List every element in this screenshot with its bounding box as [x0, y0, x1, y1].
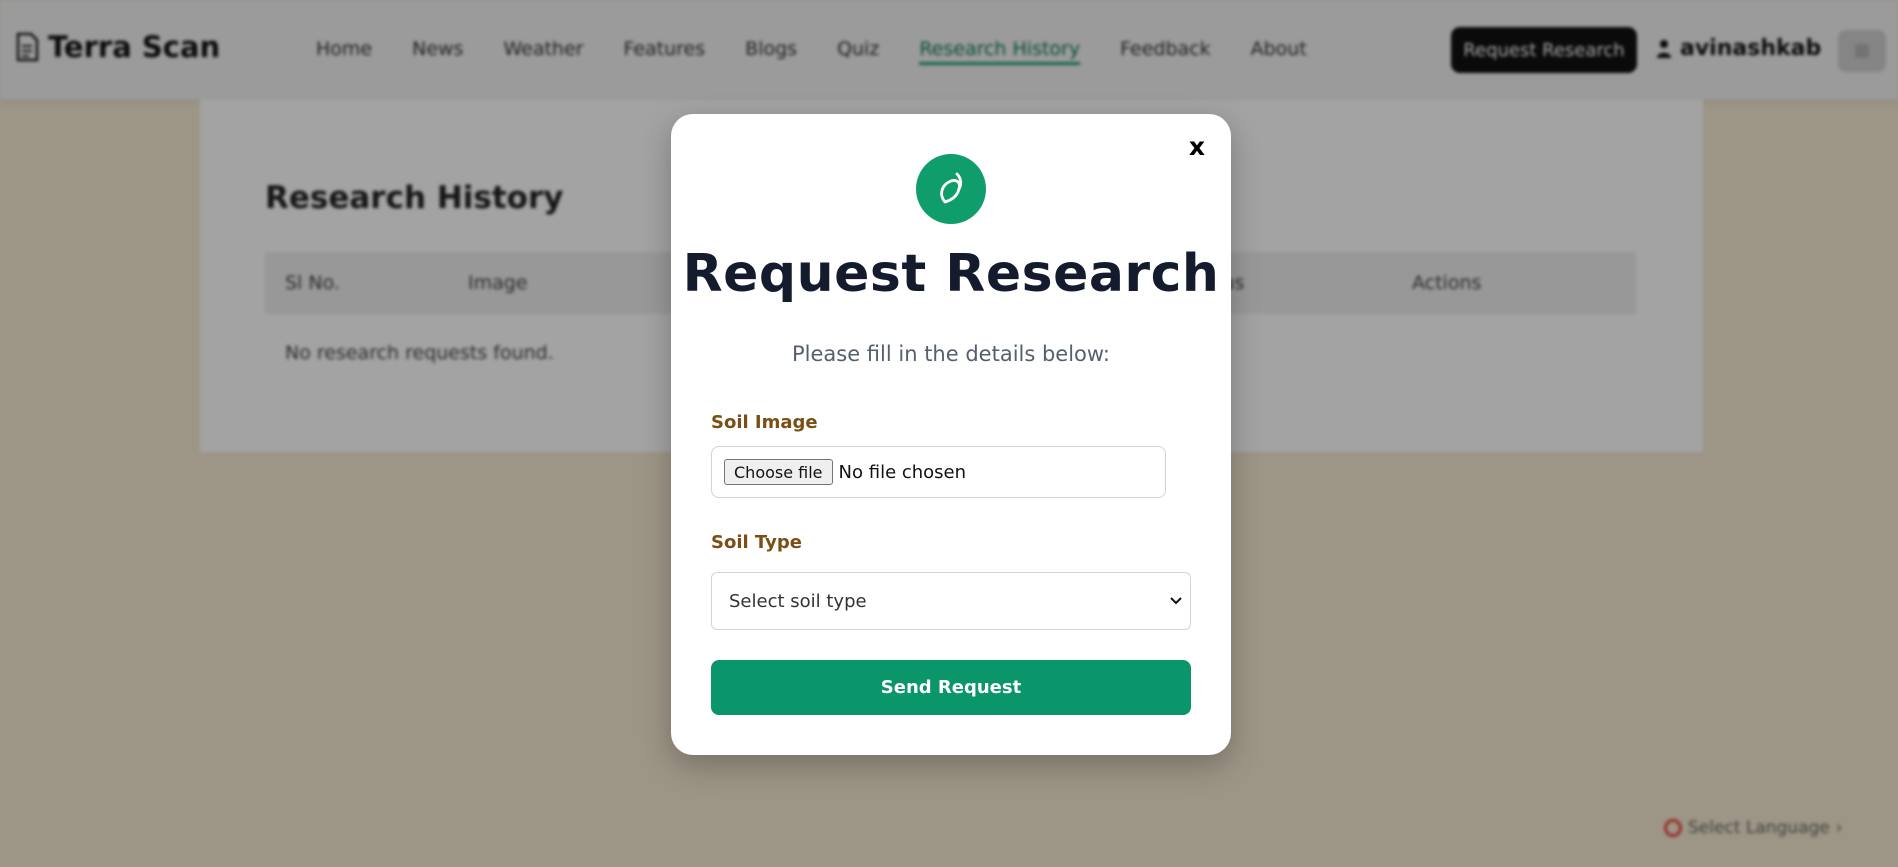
modal-subtitle: Please fill in the details below: — [791, 342, 1111, 366]
send-request-button[interactable]: Send Request — [711, 660, 1191, 715]
leaf-badge — [916, 154, 986, 224]
soil-image-label: Soil Image — [711, 412, 818, 433]
soil-type-selected-value: Select soil type — [729, 590, 867, 612]
close-button[interactable]: x — [1183, 132, 1211, 162]
chevron-down-icon — [1170, 597, 1182, 605]
modal-title: Request Research — [682, 244, 1220, 304]
choose-file-button[interactable]: Choose file — [724, 459, 833, 485]
request-research-modal: x Request Research Please fill in the de… — [671, 114, 1231, 755]
soil-type-select[interactable]: Select soil type — [711, 572, 1191, 630]
soil-type-label: Soil Type — [711, 532, 802, 553]
soil-image-input[interactable]: Choose file No file chosen — [711, 446, 1166, 498]
file-status: No file chosen — [838, 461, 967, 483]
leaf-icon — [940, 172, 963, 204]
